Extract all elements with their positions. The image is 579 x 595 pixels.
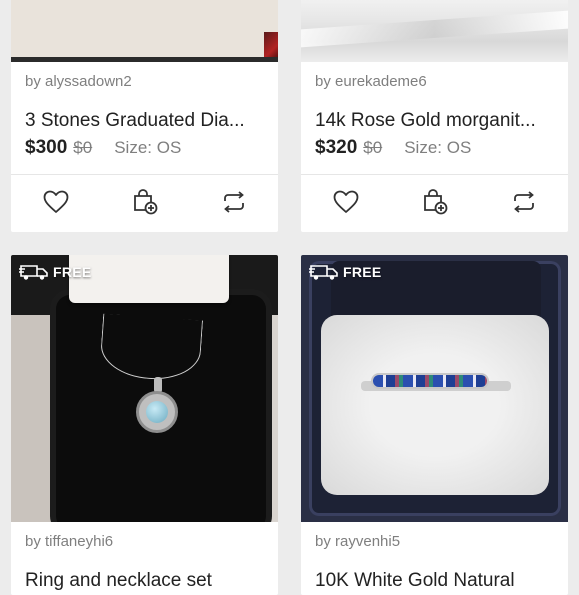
- listing-image[interactable]: FREE: [301, 255, 568, 522]
- image-detail: [371, 373, 489, 389]
- listing-price: $320: [315, 137, 358, 158]
- bag-plus-icon: [133, 189, 157, 215]
- listing-title[interactable]: 3 Stones Graduated Dia...: [25, 110, 264, 132]
- listing-price: $300: [25, 137, 68, 158]
- truck-icon: [309, 265, 338, 280]
- free-shipping-badge: FREE: [19, 263, 92, 281]
- seller-username[interactable]: by tiffaneyhi6: [25, 533, 264, 551]
- image-detail: [11, 57, 278, 62]
- image-detail: [69, 255, 229, 303]
- price-row: $300 $0 Size: OS: [25, 137, 264, 159]
- listing-card[interactable]: by eurekademe6 14k Rose Gold morganit...…: [301, 0, 568, 232]
- image-detail: [321, 315, 549, 495]
- seller-username[interactable]: by rayvenhi5: [315, 533, 554, 551]
- image-detail: [146, 401, 168, 423]
- share-button[interactable]: [509, 187, 539, 217]
- listing-image[interactable]: [301, 0, 568, 62]
- listing-title[interactable]: 10K White Gold Natural: [315, 570, 554, 592]
- listing-image[interactable]: [11, 0, 278, 62]
- bag-plus-icon: [423, 189, 447, 215]
- original-price: $0: [363, 138, 383, 157]
- add-to-bundle-button[interactable]: [420, 187, 450, 217]
- seller-username[interactable]: by eurekademe6: [315, 73, 554, 91]
- price-row: $320 $0 Size: OS: [315, 137, 554, 159]
- listing-title[interactable]: Ring and necklace set: [25, 570, 264, 592]
- like-button[interactable]: [331, 187, 361, 217]
- image-detail: [301, 10, 568, 48]
- truck-icon: [19, 265, 48, 280]
- share-icon: [223, 191, 244, 213]
- add-to-bundle-button[interactable]: [130, 187, 160, 217]
- listing-size: Size: OS: [114, 138, 182, 157]
- heart-icon: [43, 190, 68, 213]
- action-bar: [11, 175, 278, 229]
- free-shipping-badge: FREE: [309, 263, 382, 281]
- listing-size: Size: OS: [404, 138, 472, 157]
- original-price: $0: [73, 138, 93, 157]
- seller-username[interactable]: by alyssadown2: [25, 73, 264, 91]
- share-icon: [513, 191, 534, 213]
- like-button[interactable]: [41, 187, 71, 217]
- action-bar: [301, 175, 568, 229]
- listing-title[interactable]: 14k Rose Gold morganit...: [315, 110, 554, 132]
- listing-card[interactable]: FREE by tiffaneyhi6 Ring and necklace se…: [11, 255, 278, 595]
- heart-icon: [333, 190, 358, 213]
- badge-label: FREE: [343, 264, 382, 280]
- badge-label: FREE: [53, 264, 92, 280]
- listing-card[interactable]: FREE by rayvenhi5 10K White Gold Natural: [301, 255, 568, 595]
- share-button[interactable]: [219, 187, 249, 217]
- listing-card[interactable]: by alyssadown2 3 Stones Graduated Dia...…: [11, 0, 278, 232]
- image-detail: [11, 315, 56, 522]
- listing-image[interactable]: FREE: [11, 255, 278, 522]
